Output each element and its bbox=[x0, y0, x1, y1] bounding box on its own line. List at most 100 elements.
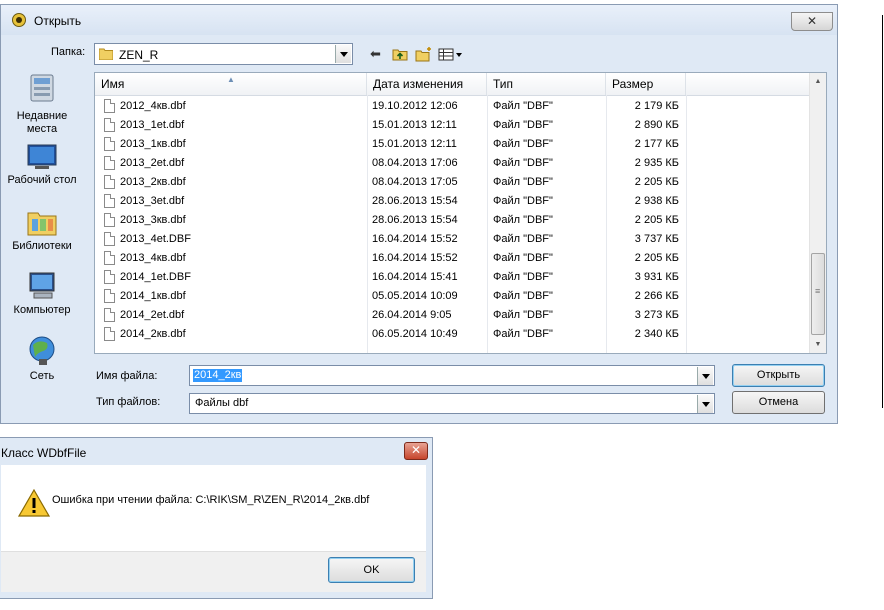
file-type: Файл "DBF" bbox=[493, 195, 553, 207]
folder-icon bbox=[99, 48, 113, 60]
computer-icon bbox=[29, 272, 55, 299]
filename-input[interactable]: 2014_2кв bbox=[189, 365, 715, 386]
file-row[interactable]: 2014_1et.DBF 16.04.2014 15:41 Файл "DBF" 3 … bbox=[95, 268, 809, 287]
file-date: 28.06.2013 15:54 bbox=[372, 214, 458, 226]
open-button[interactable]: Открыть bbox=[732, 364, 825, 387]
close-button[interactable]: ✕ bbox=[791, 12, 833, 31]
folder-combo[interactable]: ZEN_R bbox=[94, 43, 353, 65]
file-row[interactable]: 2013_1кв.dbf 15.01.2013 12:11 Файл "DBF" 2 … bbox=[95, 135, 809, 154]
file-row[interactable]: 2014_1кв.dbf 05.05.2014 10:09 Файл "DBF" 2 … bbox=[95, 287, 809, 306]
file-row[interactable]: 2013_3кв.dbf 28.06.2013 15:54 Файл "DBF" 2 … bbox=[95, 211, 809, 230]
file-name: 2014_2et.dbf bbox=[120, 309, 185, 321]
column-header-name[interactable]: Имя ▲ bbox=[95, 73, 367, 95]
file-row[interactable]: 2013_4кв.dbf 16.04.2014 15:52 Файл "DBF" 2 … bbox=[95, 249, 809, 268]
file-row[interactable]: 2013_2кв.dbf 08.04.2013 17:05 Файл "DBF" 2 … bbox=[95, 173, 809, 192]
file-icon bbox=[104, 232, 115, 246]
place-computer[interactable]: Компьютер bbox=[4, 271, 80, 317]
up-folder-icon[interactable] bbox=[392, 46, 408, 62]
file-row[interactable]: 2013_3et.dbf 28.06.2013 15:54 Файл "DBF" 2 … bbox=[95, 192, 809, 211]
folder-dropdown-button[interactable] bbox=[335, 45, 351, 63]
error-dialog-title: Класс WDbfFile bbox=[1, 446, 87, 460]
file-icon bbox=[104, 270, 115, 284]
filetype-dropdown-button[interactable] bbox=[697, 395, 713, 413]
back-icon[interactable]: ⬅ bbox=[370, 46, 381, 62]
file-icon bbox=[104, 118, 115, 132]
new-folder-icon[interactable] bbox=[415, 46, 433, 62]
ok-button[interactable]: OK bbox=[328, 557, 415, 583]
title-bar: Открыть ✕ bbox=[1, 5, 837, 35]
filename-label: Имя файла: bbox=[96, 370, 158, 382]
file-date: 26.04.2014 9:05 bbox=[372, 309, 452, 321]
file-date: 28.06.2013 15:54 bbox=[372, 195, 458, 207]
file-row[interactable]: 2013_1et.dbf 15.01.2013 12:11 Файл "DBF" 2 … bbox=[95, 116, 809, 135]
filetype-select[interactable]: Файлы dbf bbox=[189, 393, 715, 414]
file-list[interactable]: Имя ▲ Дата изменения Тип Размер 2012_4кв… bbox=[94, 72, 827, 354]
file-name: 2013_2et.dbf bbox=[120, 157, 185, 169]
file-icon bbox=[104, 308, 115, 322]
file-size: 3 931 КБ bbox=[634, 271, 679, 283]
column-header-date[interactable]: Дата изменения bbox=[367, 73, 487, 95]
file-icon bbox=[104, 175, 115, 189]
file-name: 2014_1et.DBF bbox=[120, 271, 191, 283]
cancel-button[interactable]: Отмена bbox=[732, 391, 825, 414]
list-header: Имя ▲ Дата изменения Тип Размер bbox=[95, 73, 809, 96]
error-message: Ошибка при чтении файла: C:\RIK\SM_R\ZEN… bbox=[52, 494, 370, 506]
file-icon bbox=[104, 289, 115, 303]
file-icon bbox=[104, 213, 115, 227]
place-label: Компьютер bbox=[13, 304, 71, 316]
scroll-up-icon[interactable]: ▲ bbox=[810, 73, 826, 90]
file-size: 2 205 КБ bbox=[634, 252, 679, 264]
place-desktop[interactable]: Рабочий стол bbox=[4, 143, 80, 187]
sort-ascending-icon: ▲ bbox=[227, 75, 235, 84]
file-size: 2 890 КБ bbox=[634, 119, 679, 131]
file-icon bbox=[104, 194, 115, 208]
file-row[interactable]: 2013_2et.dbf 08.04.2013 17:06 Файл "DBF" 2 … bbox=[95, 154, 809, 173]
file-name: 2014_2кв.dbf bbox=[120, 328, 186, 340]
place-label: Сеть bbox=[29, 370, 55, 382]
file-date: 16.04.2014 15:52 bbox=[372, 252, 458, 264]
place-label: Библиотеки bbox=[12, 240, 72, 252]
place-recent[interactable]: Недавние места bbox=[4, 71, 80, 136]
dialog-title: Открыть bbox=[34, 14, 82, 28]
view-menu-icon[interactable] bbox=[438, 46, 464, 62]
place-network[interactable]: Сеть bbox=[4, 335, 80, 383]
app-icon bbox=[12, 13, 26, 27]
error-close-button[interactable]: ✕ bbox=[404, 442, 428, 460]
file-type: Файл "DBF" bbox=[493, 328, 553, 340]
file-row[interactable]: 2014_2et.dbf 26.04.2014 9:05 Файл "DBF" 3 2… bbox=[95, 306, 809, 325]
file-row[interactable]: 2013_4et.DBF 16.04.2014 15:52 Файл "DBF" 3 … bbox=[95, 230, 809, 249]
place-libraries[interactable]: Библиотеки bbox=[4, 207, 80, 253]
error-body: Ошибка при чтении файла: C:\RIK\SM_R\ZEN… bbox=[1, 465, 426, 551]
divider-line bbox=[882, 15, 883, 408]
file-size: 3 737 КБ bbox=[634, 233, 679, 245]
file-name: 2013_4кв.dbf bbox=[120, 252, 186, 264]
file-row[interactable]: 2014_2кв.dbf 06.05.2014 10:49 Файл "DBF" 2 … bbox=[95, 325, 809, 344]
column-header-size[interactable]: Размер bbox=[606, 73, 686, 95]
file-type: Файл "DBF" bbox=[493, 119, 553, 131]
scroll-down-icon[interactable]: ▼ bbox=[810, 336, 826, 353]
file-size: 2 938 КБ bbox=[634, 195, 679, 207]
open-file-dialog: Открыть ✕ Папка: ZEN_R ⬅ Недавние места bbox=[0, 4, 838, 424]
file-size: 2 179 КБ bbox=[634, 100, 679, 112]
file-date: 16.04.2014 15:52 bbox=[372, 233, 458, 245]
file-size: 2 266 КБ bbox=[634, 290, 679, 302]
file-type: Файл "DBF" bbox=[493, 252, 553, 264]
file-row[interactable]: 2012_4кв.dbf 19.10.2012 12:06 Файл "DBF" 2 … bbox=[95, 97, 809, 116]
column-header-type[interactable]: Тип bbox=[487, 73, 606, 95]
place-label: Рабочий стол bbox=[7, 174, 77, 186]
scroll-thumb[interactable] bbox=[811, 253, 825, 335]
file-type: Файл "DBF" bbox=[493, 290, 553, 302]
file-rows: 2012_4кв.dbf 19.10.2012 12:06 Файл "DBF" 2 … bbox=[95, 97, 809, 344]
file-name: 2013_1кв.dbf bbox=[120, 138, 186, 150]
file-date: 05.05.2014 10:09 bbox=[372, 290, 458, 302]
filetype-value: Файлы dbf bbox=[195, 397, 249, 409]
filename-dropdown-button[interactable] bbox=[697, 367, 713, 385]
file-icon bbox=[104, 327, 115, 341]
vertical-scrollbar[interactable]: ▲ ▼ bbox=[809, 73, 826, 353]
file-name: 2013_1et.dbf bbox=[120, 119, 185, 131]
network-icon bbox=[29, 336, 55, 365]
file-size: 2 205 КБ bbox=[634, 214, 679, 226]
file-size: 2 205 КБ bbox=[634, 176, 679, 188]
file-size: 2 177 КБ bbox=[634, 138, 679, 150]
filetype-label: Тип файлов: bbox=[96, 396, 161, 408]
